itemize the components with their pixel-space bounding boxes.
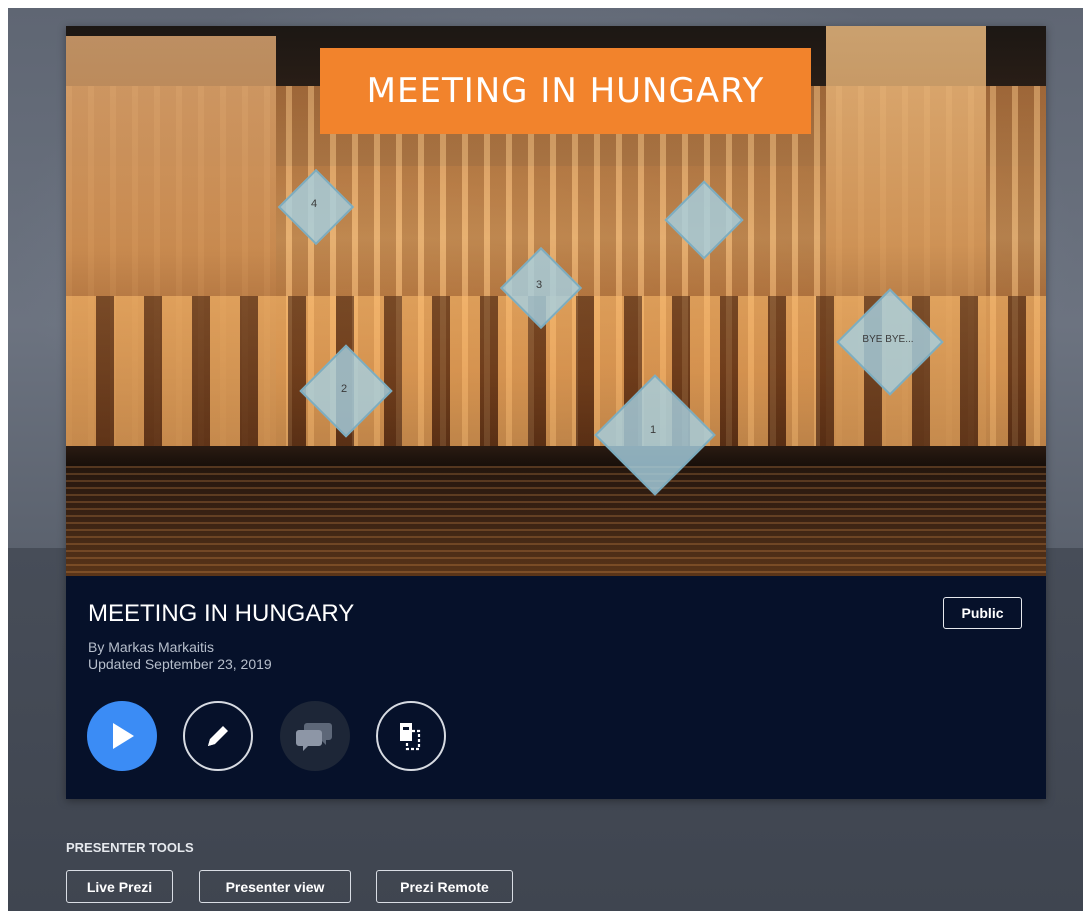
copy-icon xyxy=(400,723,421,751)
comments-icon xyxy=(296,723,332,751)
topic-2-label: 2 xyxy=(340,383,348,395)
presentation-title: MEETING IN HUNGARY xyxy=(88,600,355,627)
visibility-button[interactable]: Public xyxy=(943,597,1022,629)
topic-bye-label: BYE BYE... xyxy=(862,334,914,345)
live-prezi-button[interactable]: Live Prezi xyxy=(66,870,173,903)
play-icon xyxy=(113,723,134,749)
presentation-updated: Updated September 23, 2019 xyxy=(88,656,272,672)
comments-button[interactable] xyxy=(280,701,350,771)
presentation-thumbnail[interactable]: MEETING IN HUNGARY 4 3 BYE BYE... 2 1 xyxy=(66,26,1046,576)
pencil-icon xyxy=(208,726,228,746)
topic-3-label: 3 xyxy=(535,279,543,291)
prezi-remote-button[interactable]: Prezi Remote xyxy=(376,870,513,903)
presenter-view-button[interactable]: Presenter view xyxy=(199,870,351,903)
present-button[interactable] xyxy=(87,701,157,771)
cover-title-banner: MEETING IN HUNGARY xyxy=(320,48,811,134)
presentation-info: MEETING IN HUNGARY By Markas Markaitis U… xyxy=(66,576,1046,799)
topic-4-label: 4 xyxy=(310,198,318,210)
duplicate-button[interactable] xyxy=(376,701,446,771)
edit-button[interactable] xyxy=(183,701,253,771)
thumbnail-river xyxy=(66,466,1046,576)
presentation-author: By Markas Markaitis xyxy=(88,639,215,655)
presenter-tools-heading: PRESENTER TOOLS xyxy=(66,840,194,855)
topic-1-label: 1 xyxy=(649,424,657,436)
presentation-card: MEETING IN HUNGARY 4 3 BYE BYE... 2 1 ME… xyxy=(66,26,1046,799)
